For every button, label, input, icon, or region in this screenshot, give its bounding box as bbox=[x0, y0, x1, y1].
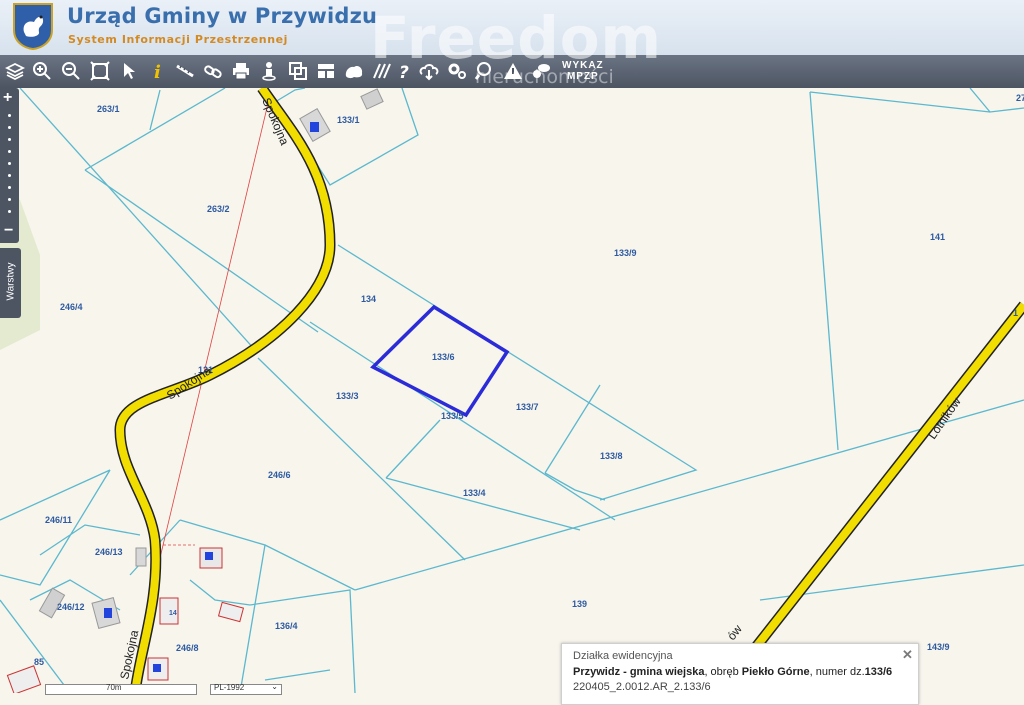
app-subtitle: System Informacji Przestrzennej bbox=[68, 33, 289, 46]
warning-icon[interactable] bbox=[502, 60, 524, 82]
app-title: Urząd Gminy w Przywidzu bbox=[67, 4, 378, 28]
zoom-out-button[interactable]: − bbox=[4, 222, 13, 240]
zoom-step[interactable] bbox=[8, 186, 11, 189]
zoom-extent-icon[interactable] bbox=[89, 60, 111, 82]
zoom-step[interactable] bbox=[8, 150, 11, 153]
layers-tab[interactable]: Warstwy bbox=[0, 248, 21, 318]
parcel-label: 1 bbox=[1013, 308, 1018, 318]
popup-title: Działka ewidencyjna bbox=[573, 650, 673, 662]
pointer-icon[interactable] bbox=[118, 60, 140, 82]
chevron-down-icon: ⌄ bbox=[271, 682, 278, 691]
parcel-label: 133/9 bbox=[614, 248, 637, 258]
layout-icon[interactable] bbox=[315, 60, 337, 82]
parcel-label: 27 bbox=[1016, 93, 1024, 103]
svg-text:?: ? bbox=[399, 63, 409, 82]
parcel-label: 133/6 bbox=[432, 352, 455, 362]
parcel-label: 246/12 bbox=[57, 602, 85, 612]
popup-obreb: Piekło Górne bbox=[741, 666, 810, 678]
cloud-shape-icon[interactable] bbox=[343, 60, 365, 82]
parcel-label: 263/1 bbox=[97, 104, 120, 114]
parcel-label: 246/11 bbox=[45, 515, 72, 525]
coat-of-arms-icon bbox=[13, 3, 53, 50]
parcel-label: 141 bbox=[930, 232, 945, 242]
link-icon[interactable] bbox=[202, 60, 224, 82]
zoom-step[interactable] bbox=[8, 174, 11, 177]
popup-identifier: 220405_2.0012.AR_2.133/6 bbox=[573, 681, 711, 693]
layers-icon[interactable] bbox=[4, 60, 26, 82]
parcel-info-popup: Działka ewidencyjna ✕ Przywidz - gmina w… bbox=[561, 643, 919, 705]
zoom-step[interactable] bbox=[8, 126, 11, 129]
map-canvas[interactable]: 263/1 133/1 27 263/2 141 133/9 134 246/4… bbox=[0, 88, 1024, 693]
scale-bar: 70m bbox=[45, 683, 197, 695]
zoom-in-icon[interactable] bbox=[31, 60, 53, 82]
popup-gmina: Przywidz - gmina wiejska bbox=[573, 666, 705, 678]
parcel-label: 136/4 bbox=[275, 621, 298, 631]
parcel-label: 133/8 bbox=[600, 451, 623, 461]
close-icon[interactable]: ✕ bbox=[902, 648, 913, 661]
map-toolbar: i ? WYKAZ MPZP bbox=[0, 55, 1024, 89]
popup-obreb-prefix: , obręb bbox=[704, 666, 742, 678]
search-zoom-icon[interactable] bbox=[474, 60, 496, 82]
help-icon[interactable]: ? bbox=[394, 60, 416, 82]
wykaz-label: WYKAZ bbox=[562, 60, 604, 71]
comment-icon[interactable] bbox=[530, 60, 552, 82]
parcel-label: 133/3 bbox=[336, 391, 359, 401]
info-icon[interactable]: i bbox=[146, 60, 168, 82]
parcel-label: 139 bbox=[572, 599, 587, 609]
settings-icon[interactable] bbox=[446, 60, 468, 82]
parcel-label: 246/13 bbox=[95, 547, 123, 557]
parcel-label: 246/8 bbox=[176, 643, 199, 653]
zoom-step[interactable] bbox=[8, 198, 11, 201]
popup-numer-prefix: , numer dz. bbox=[809, 666, 865, 678]
svg-text:i: i bbox=[154, 62, 161, 82]
popup-numer: 133/6 bbox=[864, 666, 893, 678]
wykaz-mpzp-button[interactable]: WYKAZ MPZP bbox=[562, 60, 604, 82]
zoom-in-button[interactable]: + bbox=[3, 89, 12, 107]
parcel-label: 143/9 bbox=[927, 642, 950, 652]
popup-parcel-line: Przywidz - gmina wiejska, obręb Piekło G… bbox=[573, 666, 892, 678]
zoom-slider[interactable]: + − bbox=[0, 88, 19, 243]
measure-icon[interactable] bbox=[174, 60, 196, 82]
zoom-step[interactable] bbox=[8, 138, 11, 141]
scale-label: 70m bbox=[106, 683, 122, 692]
crs-label: PL-1992 bbox=[214, 683, 245, 692]
parcel-label: 246/4 bbox=[60, 302, 83, 312]
parcel-label: 246/6 bbox=[268, 470, 291, 480]
parcel-label: 133/5 bbox=[441, 411, 464, 421]
parcel-label: 263/2 bbox=[207, 204, 230, 214]
parcel-label: 133/1 bbox=[337, 115, 360, 125]
parcel-label: 133/4 bbox=[463, 488, 486, 498]
parcel-label: 133/7 bbox=[516, 402, 539, 412]
print-icon[interactable] bbox=[230, 60, 252, 82]
crs-select[interactable]: PL-1992 ⌄ bbox=[210, 682, 282, 695]
copy-icon[interactable] bbox=[287, 60, 309, 82]
zoom-step[interactable] bbox=[8, 162, 11, 165]
cloud-download-icon[interactable] bbox=[418, 60, 440, 82]
mpzp-label: MPZP bbox=[566, 71, 599, 82]
zoom-step[interactable] bbox=[8, 114, 11, 117]
parcel-label: 14 bbox=[169, 610, 177, 617]
street-view-icon[interactable] bbox=[258, 60, 280, 82]
layers-tab-label: Warstwy bbox=[5, 262, 17, 301]
zoom-out-icon[interactable] bbox=[60, 60, 82, 82]
hatch-icon[interactable] bbox=[371, 60, 393, 82]
zoom-step[interactable] bbox=[8, 210, 11, 213]
parcel-label: 85 bbox=[34, 657, 44, 667]
app-header: Urząd Gminy w Przywidzu System Informacj… bbox=[0, 0, 1024, 55]
parcel-label: 134 bbox=[361, 294, 376, 304]
